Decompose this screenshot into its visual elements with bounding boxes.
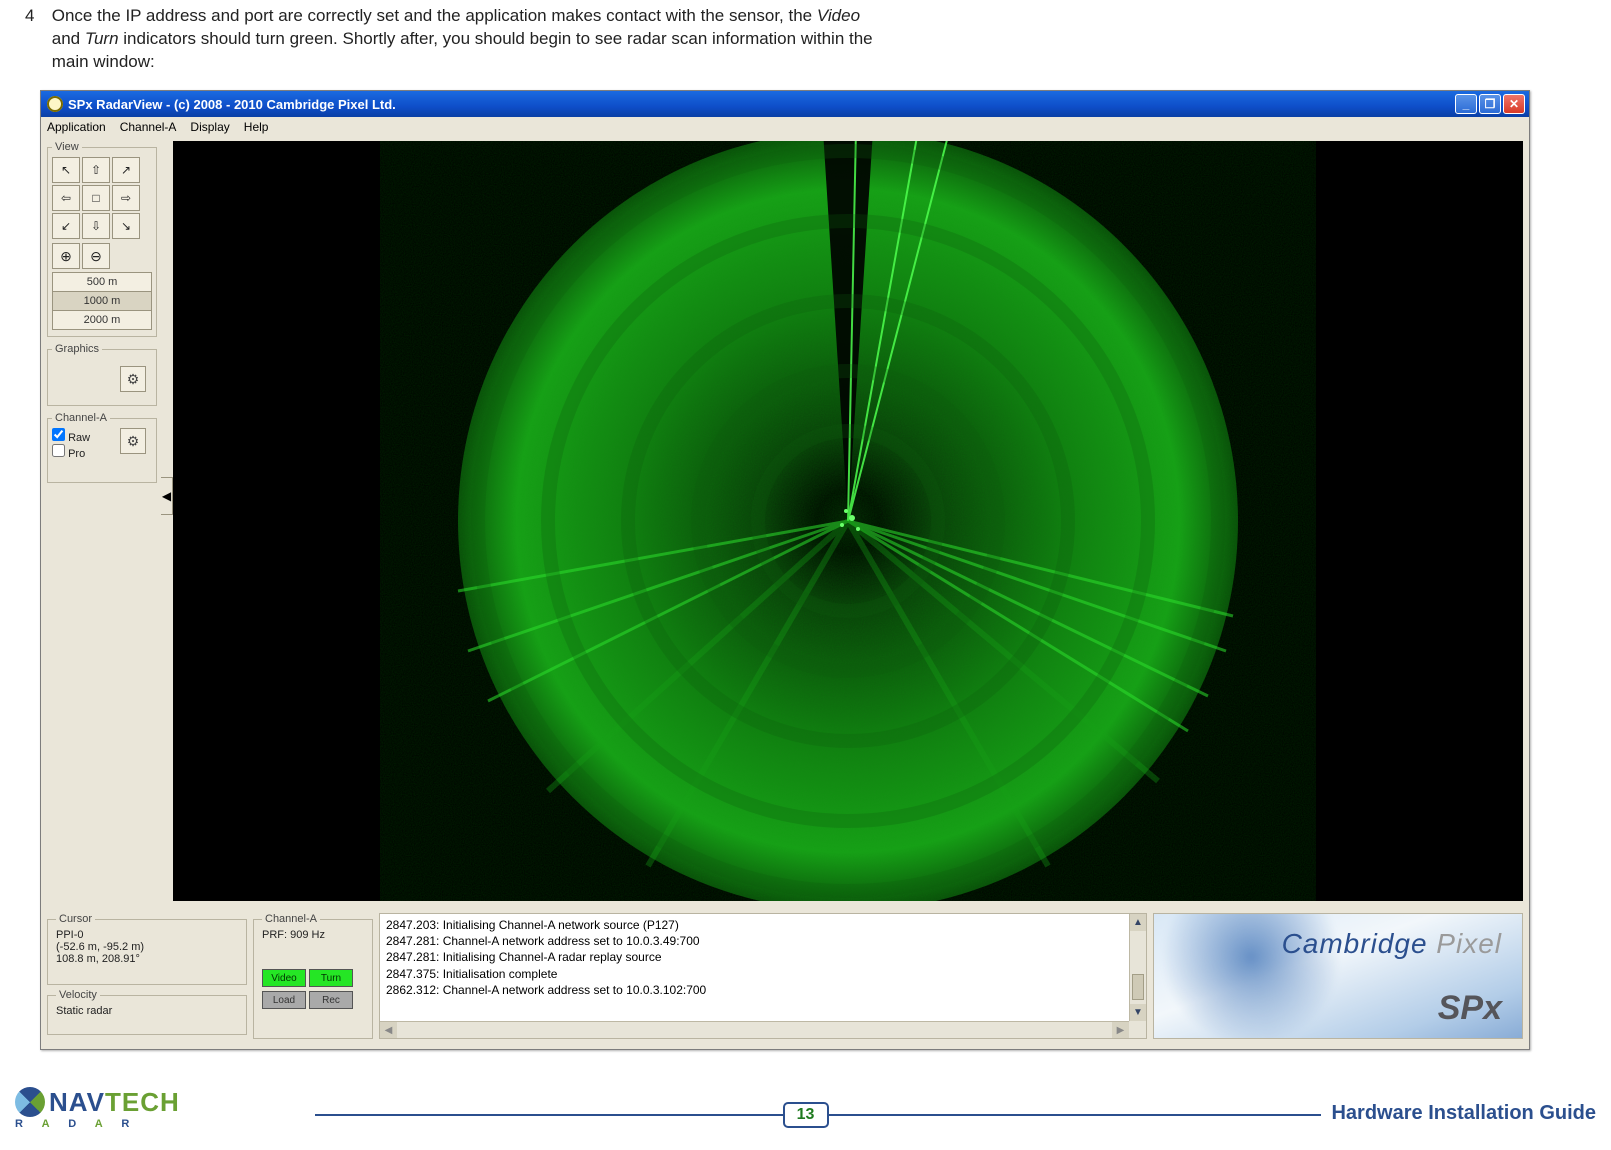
navtech-logo: NAVTECH R A D A R	[15, 1087, 180, 1130]
side-collapse-tab[interactable]: ◀	[161, 477, 173, 515]
arrow-right-icon[interactable]: ⇨	[112, 185, 140, 211]
cursor-ppi: PPI-0	[56, 929, 238, 941]
step-number: 4	[25, 5, 47, 28]
guide-title: Hardware Installation Guide	[1321, 1102, 1596, 1125]
arrow-se-icon[interactable]: ↘	[112, 213, 140, 239]
range-2000m[interactable]: 2000 m	[52, 310, 152, 330]
velocity-legend: Velocity	[56, 989, 100, 1001]
menu-application[interactable]: Application	[47, 120, 106, 134]
txt3: indicators should turn green. Shortly af…	[52, 29, 873, 71]
log-panel: 2847.203: Initialising Channel-A network…	[379, 913, 1147, 1039]
arrow-up-icon[interactable]: ⇧	[82, 157, 110, 183]
txt1: Once the IP address and port are correct…	[52, 6, 817, 25]
brand-cambridge-pixel: Cambridge Pixel	[1282, 928, 1502, 960]
menu-help[interactable]: Help	[244, 120, 269, 134]
scroll-up-icon[interactable]: ▲	[1130, 914, 1146, 931]
scrollbar-corner	[1129, 1021, 1146, 1038]
raw-label: Raw	[68, 432, 90, 444]
arrow-nw-icon[interactable]: ↖	[52, 157, 80, 183]
cursor-panel: Cursor PPI-0 (-52.6 m, -95.2 m) 108.8 m,…	[47, 913, 247, 985]
minimize-button[interactable]: _	[1455, 94, 1477, 114]
menu-display[interactable]: Display	[190, 120, 229, 134]
cursor-coords: (-52.6 m, -95.2 m)	[56, 941, 238, 953]
logo-swirl-icon	[15, 1087, 45, 1117]
close-button[interactable]: ✕	[1503, 94, 1525, 114]
scroll-left-icon[interactable]: ◀	[380, 1022, 397, 1038]
zoom-out-icon[interactable]	[82, 243, 110, 269]
channel-a-status-legend: Channel-A	[262, 913, 320, 925]
indicator-rec: Rec	[309, 991, 353, 1009]
channel-a-settings-icon[interactable]: ⚙	[120, 428, 146, 454]
center-icon[interactable]: □	[82, 185, 110, 211]
menu-channel-a[interactable]: Channel-A	[120, 120, 177, 134]
indicator-load: Load	[262, 991, 306, 1009]
txt2: and	[52, 29, 85, 48]
client-area: View ↖ ⇧ ↗ ⇦ □ ⇨ ↙ ⇩ ↘ 500 m	[47, 141, 1523, 1043]
maximize-button[interactable]: ❐	[1479, 94, 1501, 114]
cursor-polar: 108.8 m, 208.91°	[56, 953, 238, 965]
graphics-settings-icon[interactable]: ⚙	[120, 366, 146, 392]
brand-spx: SPx	[1438, 989, 1502, 1028]
channel-a-panel: Channel-A Raw Pro ⚙	[47, 412, 157, 483]
turn-word: Turn	[85, 29, 119, 48]
document-step: 4 Once the IP address and port are corre…	[25, 5, 925, 74]
range-list: 500 m 1000 m 2000 m	[52, 272, 152, 330]
page-number: 13	[783, 1102, 829, 1128]
log-text[interactable]: 2847.203: Initialising Channel-A network…	[380, 914, 1146, 1038]
pro-checkbox[interactable]: Pro	[52, 444, 90, 460]
log-scrollbar-horizontal[interactable]: ◀ ▶	[380, 1021, 1129, 1038]
video-word: Video	[817, 6, 860, 25]
page-footer: NAVTECH R A D A R 13 Hardware Installati…	[15, 1082, 1596, 1142]
window-title: SPx RadarView - (c) 2008 - 2010 Cambridg…	[68, 97, 396, 112]
arrow-left-icon[interactable]: ⇦	[52, 185, 80, 211]
indicator-video: Video	[262, 969, 306, 987]
arrow-down-icon[interactable]: ⇩	[82, 213, 110, 239]
arrow-ne-icon[interactable]: ↗	[112, 157, 140, 183]
scroll-right-icon[interactable]: ▶	[1112, 1022, 1129, 1038]
raw-checkbox[interactable]: Raw	[52, 428, 90, 444]
zoom-in-icon[interactable]	[52, 243, 80, 269]
pro-label: Pro	[68, 448, 85, 460]
scroll-down-icon[interactable]: ▼	[1130, 1004, 1146, 1021]
step-body: Once the IP address and port are correct…	[52, 5, 882, 74]
titlebar[interactable]: SPx RadarView - (c) 2008 - 2010 Cambridg…	[41, 91, 1529, 117]
graphics-legend: Graphics	[52, 343, 102, 355]
prf-value: PRF: 909 Hz	[262, 929, 364, 941]
view-panel: View ↖ ⇧ ↗ ⇦ □ ⇨ ↙ ⇩ ↘ 500 m	[47, 141, 157, 337]
indicator-turn: Turn	[309, 969, 353, 987]
log-scrollbar-vertical[interactable]: ▲ ▼	[1129, 914, 1146, 1021]
range-1000m[interactable]: 1000 m	[52, 291, 152, 311]
left-panel-column: View ↖ ⇧ ↗ ⇦ □ ⇨ ↙ ⇩ ↘ 500 m	[47, 141, 157, 1043]
velocity-value: Static radar	[56, 1005, 238, 1017]
channel-a-legend: Channel-A	[52, 412, 110, 424]
view-legend: View	[52, 141, 82, 153]
menubar: Application Channel-A Display Help	[41, 117, 1529, 137]
velocity-panel: Velocity Static radar	[47, 989, 247, 1035]
cursor-legend: Cursor	[56, 913, 95, 925]
app-window: SPx RadarView - (c) 2008 - 2010 Cambridg…	[40, 90, 1530, 1050]
arrow-sw-icon[interactable]: ↙	[52, 213, 80, 239]
app-icon	[47, 96, 63, 112]
radar-display[interactable]	[173, 141, 1523, 901]
scroll-thumb[interactable]	[1132, 974, 1144, 1000]
graphics-panel: Graphics ⚙	[47, 343, 157, 406]
channel-a-status-panel: Channel-A PRF: 909 Hz Video Turn Load Re…	[253, 913, 373, 1039]
brand-panel: Cambridge Pixel SPx	[1153, 913, 1523, 1039]
range-500m[interactable]: 500 m	[52, 272, 152, 292]
status-row: Cursor PPI-0 (-52.6 m, -95.2 m) 108.8 m,…	[47, 913, 1523, 1043]
